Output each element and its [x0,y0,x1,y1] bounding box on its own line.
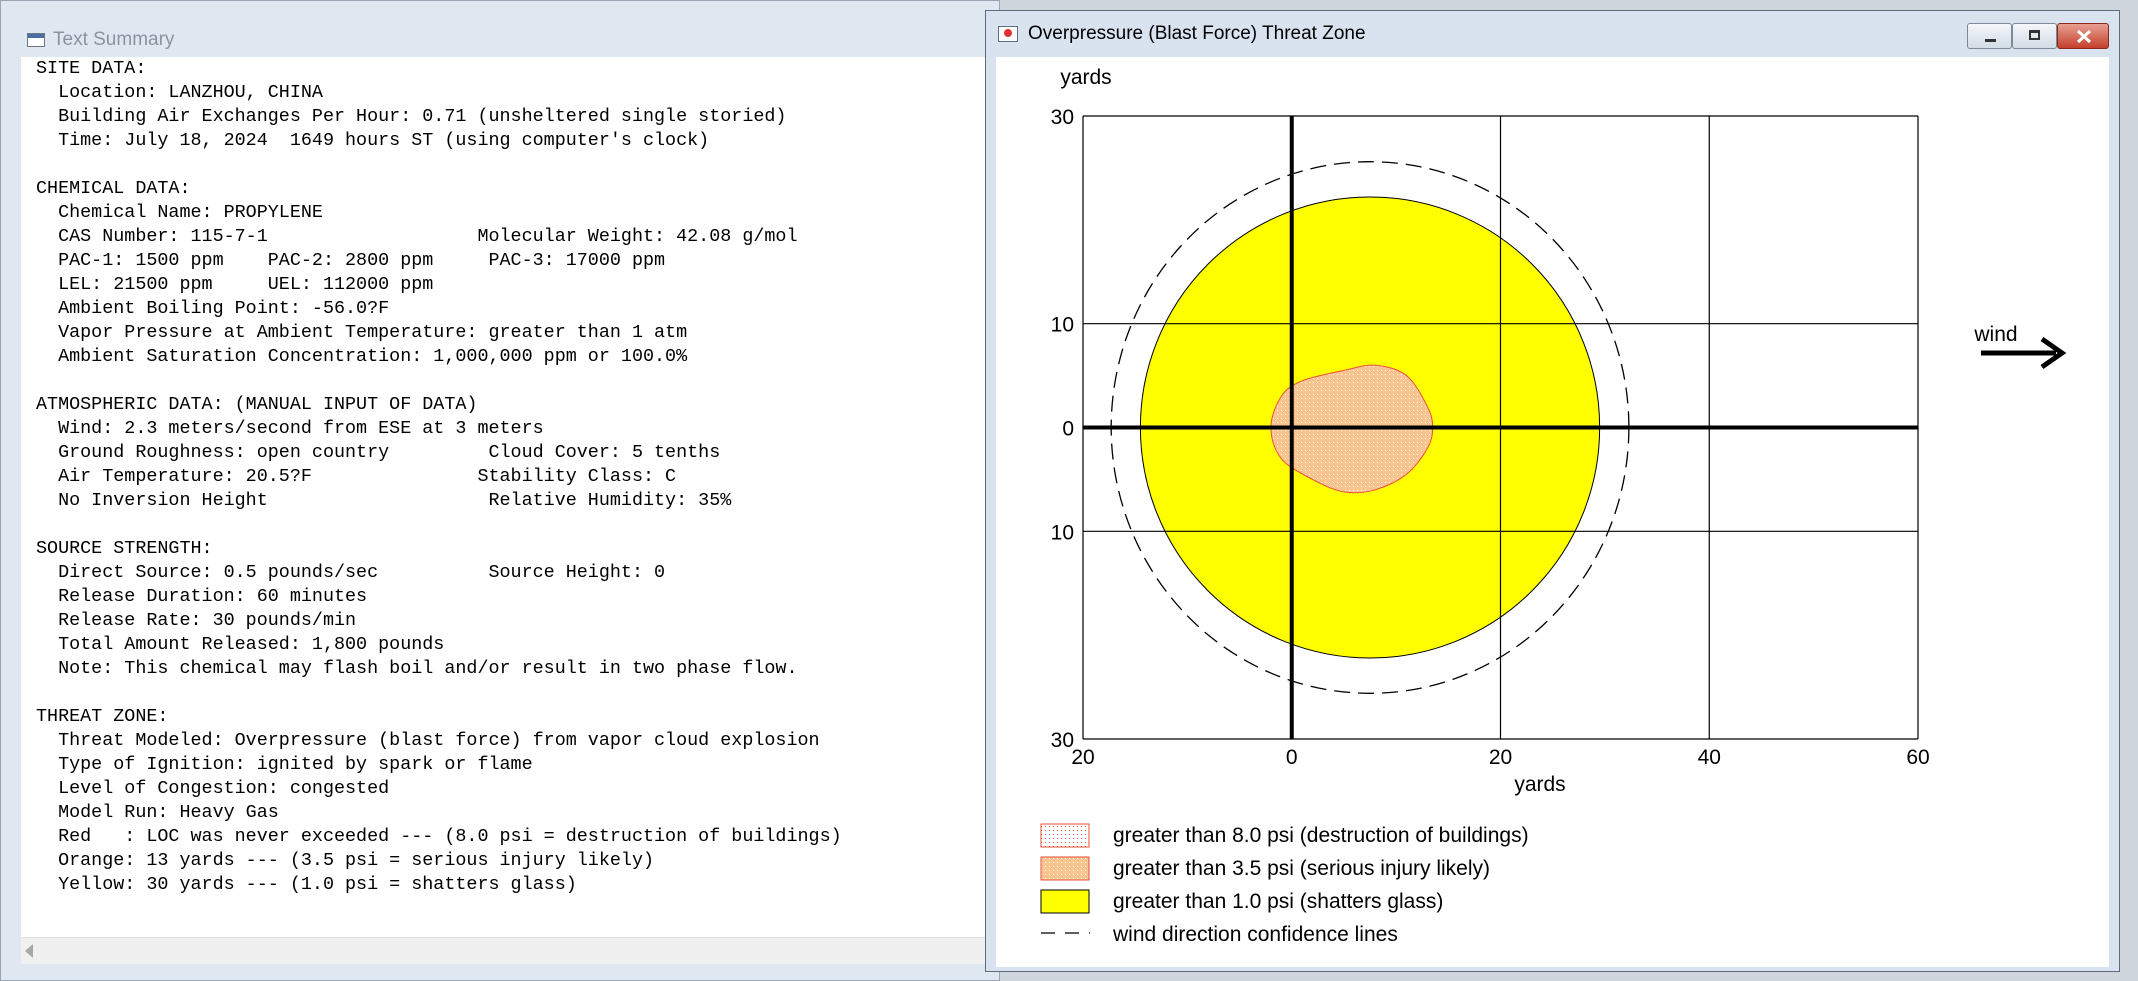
summary-line: LEL: 21500 ppm UEL: 112000 ppm [36,274,434,295]
threat-zone-plot-area: 20 0 20 40 60 30 10 0 10 30 yards yards wind grea… [996,57,2109,967]
legend-item: greater than 3.5 psi (serious injury lik… [1040,856,1490,881]
summary-line: PAC-1: 1500 ppm PAC-2: 2800 ppm PAC-3: 1… [36,250,666,271]
maximize-button[interactable] [2012,23,2057,49]
text-summary-window[interactable]: Text Summary SITE DATA: Location: LANZHO… [0,0,1001,981]
y-tick-label: 30 [1051,106,1074,129]
text-summary-content: SITE DATA: Location: LANZHOU, CHINA Buil… [21,57,1001,897]
summary-line: Red : LOC was never exceeded --- (8.0 ps… [36,826,842,847]
minimize-button[interactable] [1967,23,2012,49]
summary-line: THREAT ZONE: [36,706,169,727]
summary-line: CHEMICAL DATA: [36,178,191,199]
x-tick-label: 20 [1071,746,1094,769]
summary-line: Ground Roughness: open country Cloud Cov… [36,442,721,463]
legend-item: greater than 1.0 psi (shatters glass) [1040,889,1443,914]
summary-line: Model Run: Heavy Gas [36,802,279,823]
legend-item: wind direction confidence lines [1041,923,1398,946]
summary-line: Building Air Exchanges Per Hour: 0.71 (u… [36,106,787,127]
summary-line: Orange: 13 yards --- (3.5 psi = serious … [36,850,655,871]
legend-label: wind direction confidence lines [1112,923,1398,946]
summary-line: Release Rate: 30 pounds/min [36,610,357,631]
summary-line: SITE DATA: [36,58,147,79]
y-tick-label: 10 [1051,314,1074,337]
legend-label: greater than 1.0 psi (shatters glass) [1113,890,1443,913]
summary-line: Vapor Pressure at Ambient Temperature: g… [36,322,688,343]
legend-swatch [1040,856,1090,881]
summary-line: Location: LANZHOU, CHINA [36,82,323,103]
y-tick-label: 10 [1051,521,1074,544]
legend-label: greater than 3.5 psi (serious injury lik… [1113,857,1490,880]
text-summary-title: Text Summary [53,29,175,50]
summary-line: Threat Modeled: Overpressure (blast forc… [36,730,820,751]
x-tick-label: 0 [1286,746,1298,769]
summary-line: Air Temperature: 20.5?F Stability Class:… [36,466,677,487]
summary-line: Chemical Name: PROPYLENE [36,202,323,223]
close-button[interactable] [2057,23,2109,49]
threat-zone-window-icon [998,26,1018,42]
wind-arrow: wind [1973,323,2067,370]
legend-swatch [1040,823,1090,848]
summary-line [36,153,1001,177]
summary-line [36,369,1001,393]
summary-line [36,513,1001,537]
scroll-left-arrow-icon[interactable] [25,944,33,958]
summary-line: ATMOSPHERIC DATA: (MANUAL INPUT OF DATA) [36,394,478,415]
legend-item: greater than 8.0 psi (destruction of bui… [1040,823,1529,848]
x-tick-label: 20 [1489,746,1512,769]
close-icon [2076,29,2092,44]
summary-line [36,681,1001,705]
summary-line: Ambient Saturation Concentration: 1,000,… [36,346,688,367]
summary-line: Wind: 2.3 meters/second from ESE at 3 me… [36,418,544,439]
summary-line: Time: July 18, 2024 1649 hours ST (using… [36,130,710,151]
y-tick-label: 0 [1062,418,1074,441]
x-axis-label: yards [1514,773,1565,796]
summary-line: SOURCE STRENGTH: [36,538,213,559]
threat-zone-title: Overpressure (Blast Force) Threat Zone [1028,23,1366,44]
horizontal-scrollbar[interactable] [21,937,1001,964]
text-summary-body[interactable]: SITE DATA: Location: LANZHOU, CHINA Buil… [21,57,1001,937]
summary-line: Release Duration: 60 minutes [36,586,368,607]
summary-line: Type of Ignition: ignited by spark or fl… [36,754,533,775]
threat-zone-window[interactable]: Overpressure (Blast Force) Threat Zone 2… [985,10,2120,972]
summary-line: Yellow: 30 yards --- (1.0 psi = shatters… [36,874,577,895]
window-icon [27,33,45,47]
threat-zone-chart: 20 0 20 40 60 30 10 0 10 30 yards yards wind grea… [1040,66,2067,946]
summary-line: Direct Source: 0.5 pounds/sec Source Hei… [36,562,666,583]
summary-line: Level of Congestion: congested [36,778,390,799]
summary-line: Ambient Boiling Point: -56.0?F [36,298,390,319]
y-axis-label: yards [1060,66,1111,89]
x-tick-label: 40 [1698,746,1721,769]
threat-zone-titlebar[interactable]: Overpressure (Blast Force) Threat Zone [986,11,2119,57]
text-summary-titlebar[interactable]: Text Summary [1,23,1001,57]
summary-line: CAS Number: 115-7-1 Molecular Weight: 42… [36,226,798,247]
x-tick-label: 60 [1906,746,1929,769]
legend-label: greater than 8.0 psi (destruction of bui… [1113,824,1529,847]
wind-label: wind [1973,323,2017,346]
summary-line: Total Amount Released: 1,800 pounds [36,634,445,655]
legend-swatch [1040,889,1090,914]
summary-line: No Inversion Height Relative Humidity: 3… [36,490,732,511]
y-tick-label: 30 [1051,729,1074,752]
summary-line: Note: This chemical may flash boil and/o… [36,658,798,679]
